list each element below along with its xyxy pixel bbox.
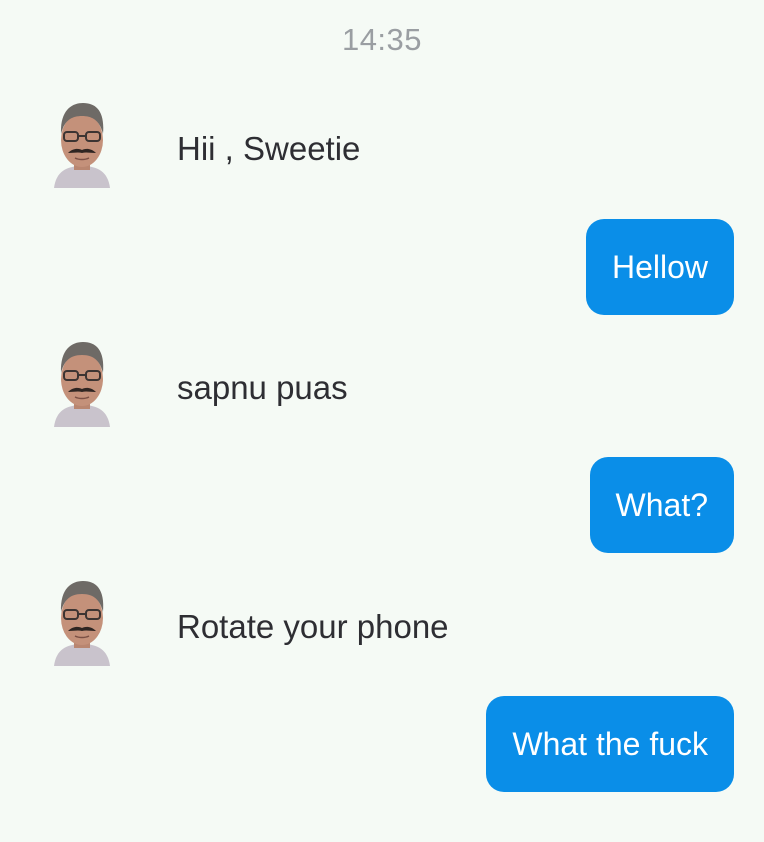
incoming-message-text: Hii , Sweetie (177, 130, 361, 167)
avatar-image (50, 98, 114, 188)
chat-timestamp: 14:35 (341, 22, 423, 57)
outgoing-message-bubble[interactable]: What the fuck (486, 696, 734, 792)
man-portrait-avatar-icon[interactable] (50, 337, 114, 427)
man-portrait-avatar-icon[interactable] (50, 98, 114, 188)
outgoing-message-bubble[interactable]: Hellow (585, 219, 734, 315)
avatar-image (50, 337, 114, 427)
avatar-image (50, 576, 114, 666)
man-portrait-avatar-icon[interactable] (50, 576, 114, 666)
incoming-message-text: sapnu puas (177, 369, 348, 406)
incoming-message-text: Rotate your phone (177, 608, 449, 645)
outgoing-message-bubble[interactable]: What? (589, 457, 734, 553)
